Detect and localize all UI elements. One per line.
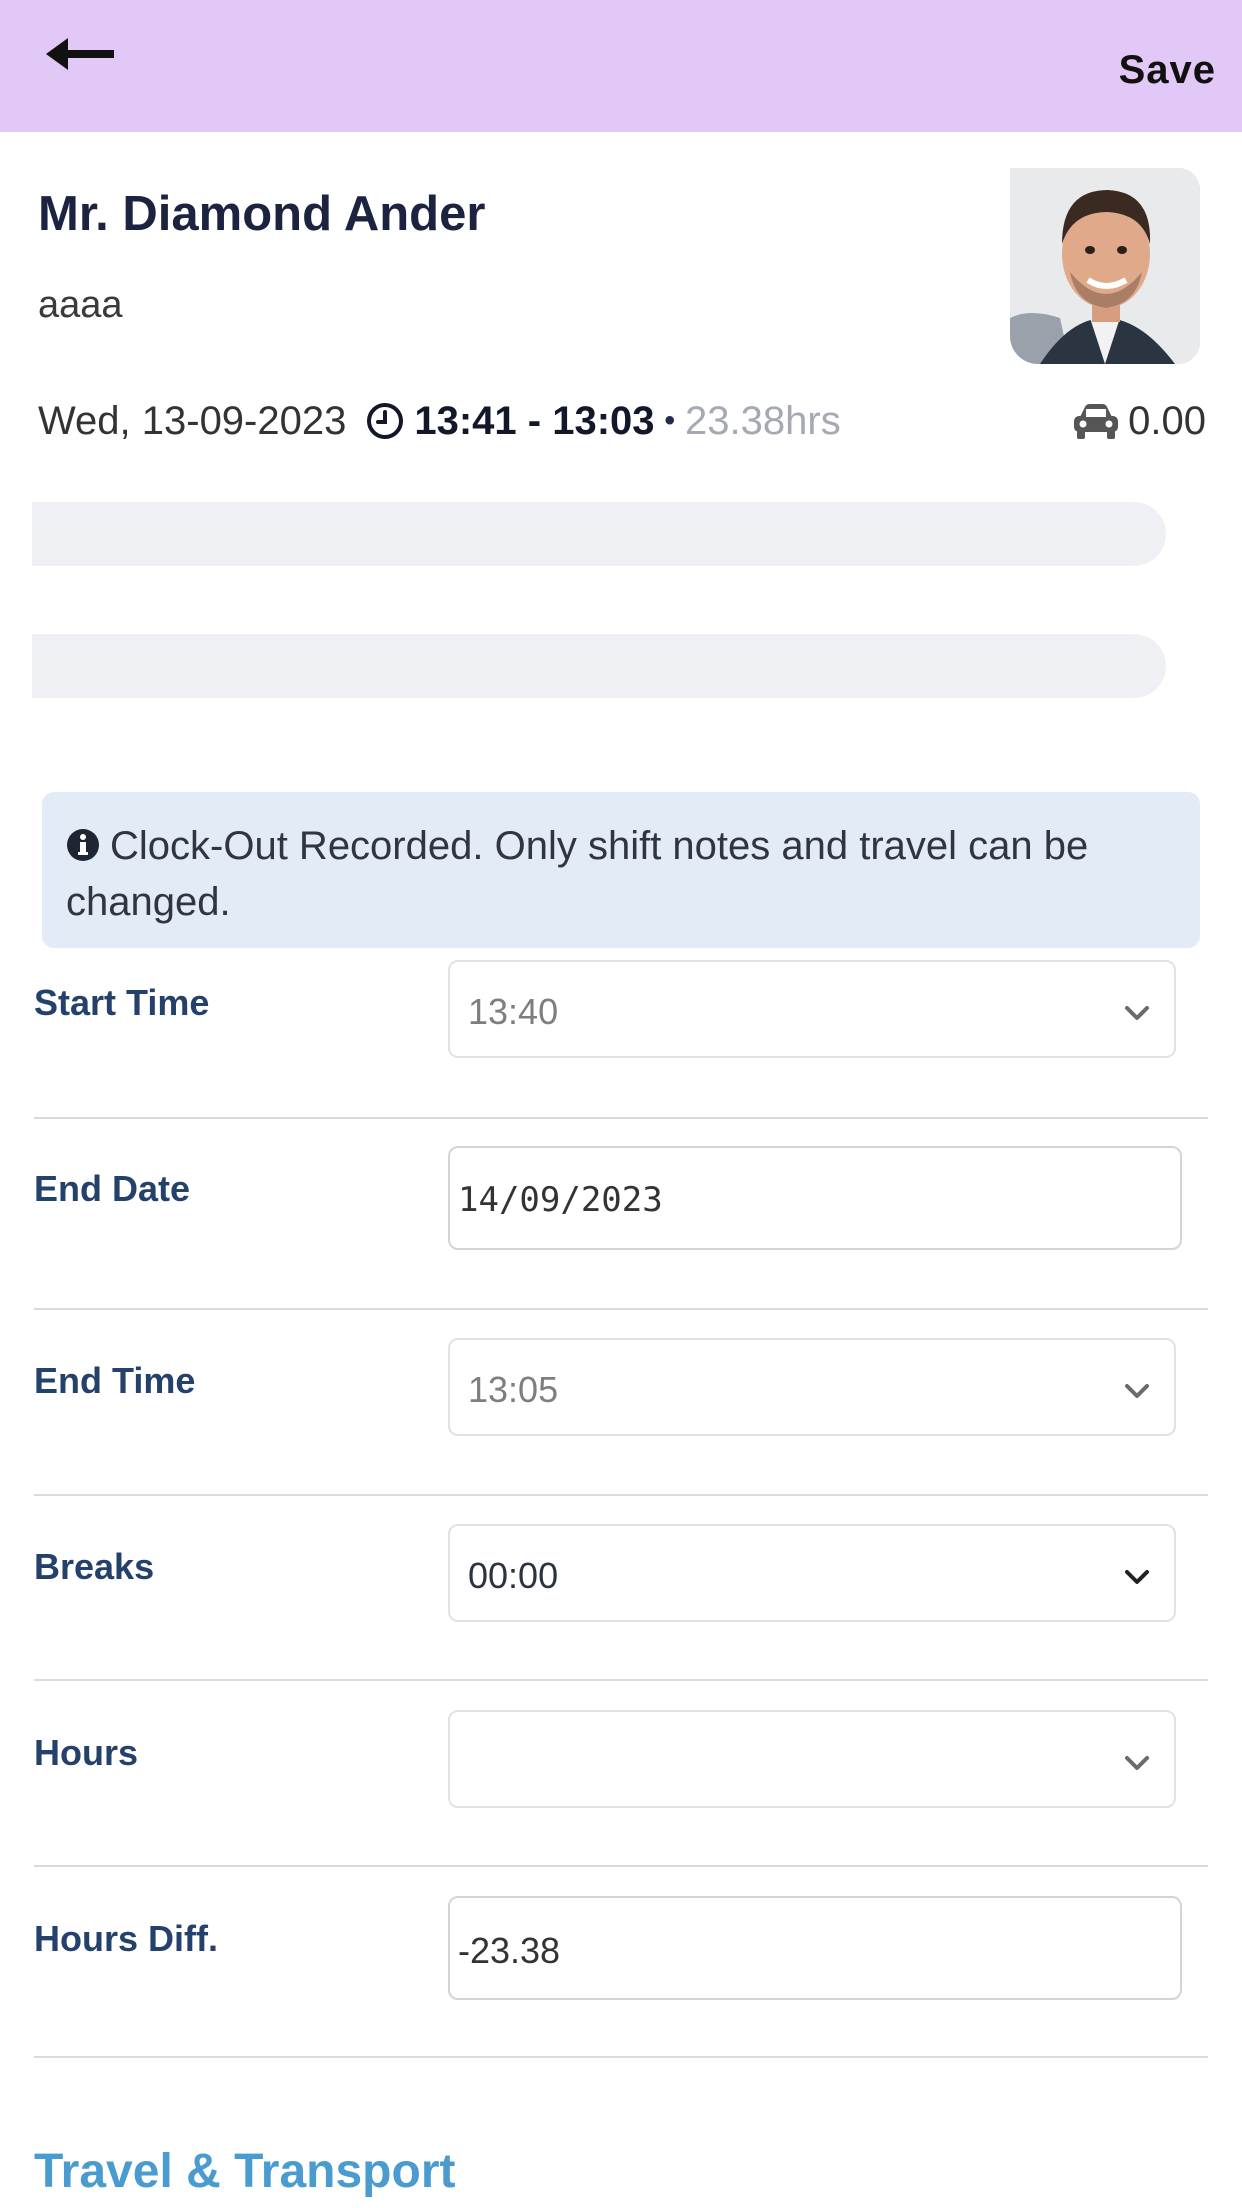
divider: [34, 1117, 1208, 1119]
client-name: Mr. Diamond Ander: [38, 187, 486, 241]
alert-text: Clock-Out Recorded. Only shift notes and…: [66, 824, 1089, 924]
loading-placeholder: [32, 502, 1166, 566]
travel-transport-heading: Travel & Transport: [34, 2145, 456, 2198]
top-app-bar: Save: [0, 0, 1242, 132]
breaks-select[interactable]: 00:00: [448, 1524, 1176, 1622]
divider: [34, 1865, 1208, 1867]
separator-dot: •: [664, 404, 676, 437]
end-time-value: 13:05: [468, 1369, 559, 1410]
arrow-left-icon: [46, 38, 114, 70]
travel-value: 0.00: [1128, 398, 1206, 443]
hours-diff-label: Hours Diff.: [34, 1918, 218, 1959]
shift-summary: Wed, 13-09-2023 13:41 - 13:03 • 23.38hrs: [38, 396, 841, 446]
start-time-select[interactable]: 13:40: [448, 960, 1176, 1058]
end-time-select[interactable]: 13:05: [448, 1338, 1176, 1436]
chevron-down-icon: [1125, 1384, 1149, 1398]
divider: [34, 2056, 1208, 2058]
chevron-down-icon: [1125, 1006, 1149, 1020]
end-date-label: End Date: [34, 1168, 191, 1209]
start-time-value: 13:40: [468, 991, 559, 1032]
end-time-label: End Time: [34, 1360, 196, 1401]
info-circle-icon: [67, 829, 99, 861]
car-icon: [1074, 404, 1119, 439]
breaks-label: Breaks: [34, 1546, 155, 1587]
end-date-value: 14/09/2023: [458, 1180, 663, 1220]
hours-select[interactable]: [448, 1710, 1176, 1808]
shift-duration: 23.38hrs: [685, 398, 841, 443]
divider: [34, 1494, 1208, 1496]
travel-summary: 0.00: [1070, 396, 1206, 446]
chevron-down-icon: [1125, 1756, 1149, 1770]
client-subtitle: aaaa: [38, 284, 123, 326]
shift-date: Wed, 13-09-2023: [38, 398, 347, 443]
clock-out-alert: Clock-Out Recorded. Only shift notes and…: [42, 792, 1200, 948]
back-button[interactable]: [42, 30, 118, 78]
person-photo: [1010, 168, 1200, 364]
hours-diff-value: -23.38: [458, 1930, 561, 1971]
end-date-input[interactable]: 14/09/2023: [448, 1146, 1182, 1250]
clock-icon: [367, 403, 404, 439]
divider: [34, 1679, 1208, 1681]
hours-diff-input[interactable]: -23.38: [448, 1896, 1182, 2000]
start-time-label: Start Time: [34, 982, 210, 1023]
shift-time-range: 13:41 - 13:03: [414, 398, 655, 443]
divider: [34, 1308, 1208, 1310]
hours-label: Hours: [34, 1732, 139, 1773]
save-button[interactable]: Save: [1119, 48, 1216, 93]
avatar: [1010, 168, 1200, 364]
chevron-down-icon: [1125, 1570, 1149, 1584]
breaks-value: 00:00: [468, 1555, 559, 1596]
loading-placeholder: [32, 634, 1166, 698]
